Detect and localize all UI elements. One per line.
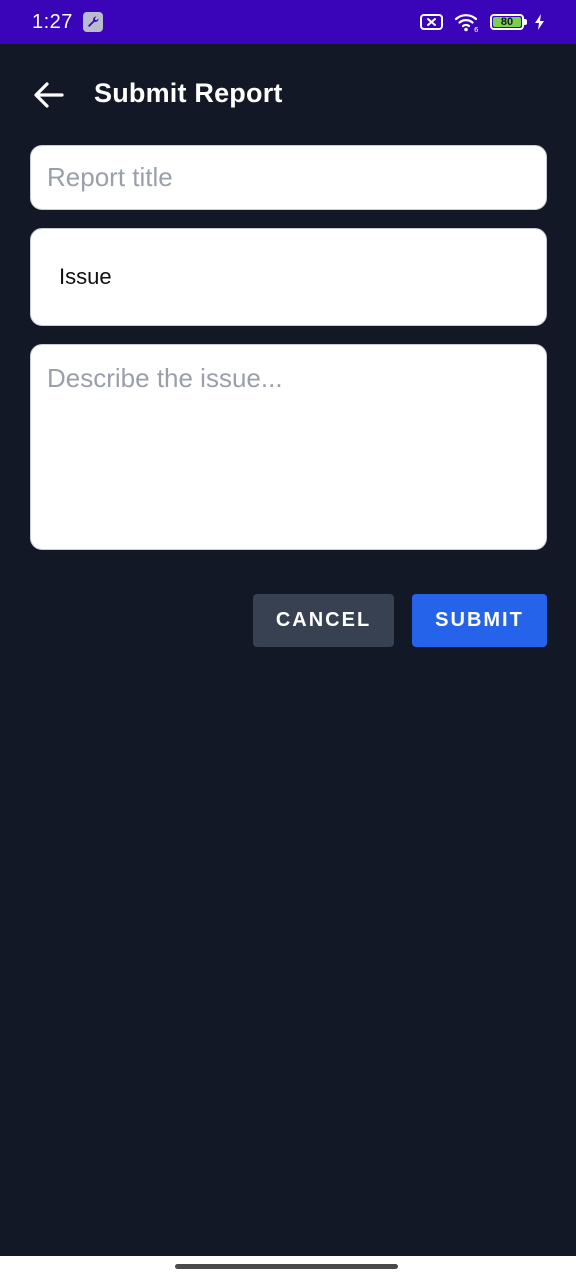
bolt-icon: [535, 14, 544, 30]
report-type-value: Issue: [59, 264, 112, 289]
screen: 1:27 6 80 Submit Report Report title Iss…: [0, 0, 576, 1280]
app-header: Submit Report: [0, 60, 576, 130]
status-bar: 1:27 6 80: [0, 0, 576, 44]
status-left: 1:27: [32, 11, 103, 34]
cancel-button[interactable]: CANCEL: [253, 594, 394, 647]
battery-level: 80: [493, 16, 521, 28]
sim-x-icon: [420, 14, 443, 30]
battery-icon: 80: [490, 14, 527, 30]
report-type-select[interactable]: Issue: [30, 228, 547, 326]
navigation-bar: [0, 1256, 576, 1280]
submit-button[interactable]: SUBMIT: [412, 594, 547, 647]
battery-tip: [524, 19, 527, 25]
home-indicator[interactable]: [175, 1264, 398, 1269]
wifi-icon: 6: [454, 14, 479, 33]
wrench-icon: [82, 12, 103, 32]
page-title: Submit Report: [94, 78, 283, 108]
report-title-input[interactable]: [30, 145, 547, 210]
svg-text:6: 6: [474, 26, 479, 33]
arrow-left-icon[interactable]: [32, 80, 66, 110]
status-right: 6 80: [420, 11, 546, 33]
status-time: 1:27: [32, 10, 73, 33]
description-input[interactable]: [30, 344, 547, 550]
